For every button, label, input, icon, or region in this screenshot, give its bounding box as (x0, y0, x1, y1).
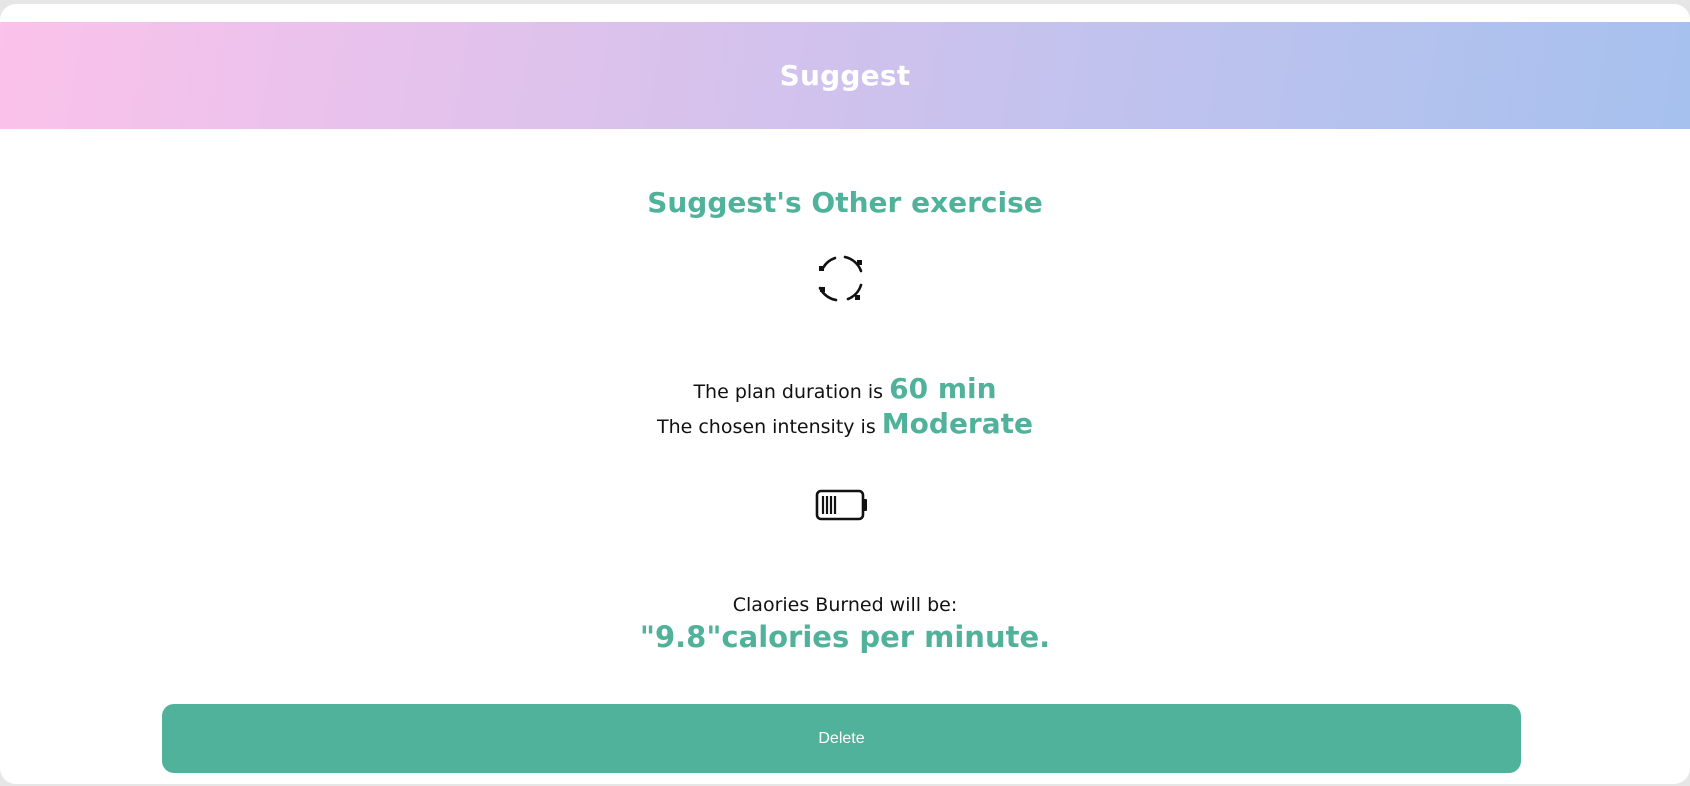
delete-button[interactable]: Delete (162, 704, 1521, 773)
intensity-value: Moderate (881, 407, 1034, 440)
intensity-line: The chosen intensity is Moderate (0, 407, 1690, 440)
duration-prefix: The plan duration is (693, 381, 884, 403)
exercise-subtitle: Suggest's Other exercise (647, 186, 1043, 219)
page-header: Suggest (0, 22, 1690, 129)
duration-value: 60 min (889, 372, 997, 405)
battery-icon (815, 488, 867, 522)
calories-label: Claories Burned will be: (732, 594, 958, 616)
duration-line: The plan duration is 60 min (0, 372, 1690, 405)
calories-value: "9.8"calories per minute. (639, 620, 1051, 654)
intensity-prefix: The chosen intensity is (656, 416, 876, 438)
rotate-circle-icon (815, 252, 867, 304)
suggest-card: Suggest Suggest's Other exercise The pla… (0, 4, 1690, 784)
page-title: Suggest (779, 59, 911, 92)
